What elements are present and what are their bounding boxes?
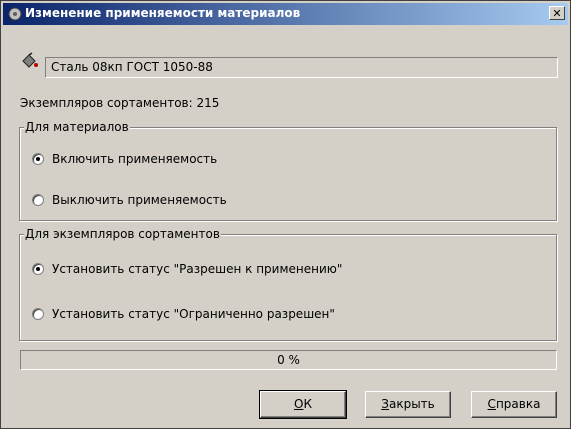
help-button-rest: правка xyxy=(495,397,541,411)
title-bar[interactable]: Изменение применяемости материалов ✕ xyxy=(3,3,568,25)
radio-button[interactable] xyxy=(32,263,44,275)
instance-count-label: Экземпляров сортаментов: 215 xyxy=(20,96,220,110)
instances-group-label: Для экземпляров сортаментов xyxy=(24,227,221,241)
ok-button-rest: К xyxy=(303,397,312,411)
materials-group-label: Для материалов xyxy=(24,120,130,134)
materials-group: Для материалов Включить применяемость Вы… xyxy=(19,120,557,221)
radio-button[interactable] xyxy=(32,308,44,320)
window-title: Изменение применяемости материалов xyxy=(25,6,301,20)
radio-status-allowed[interactable]: Установить статус "Разрешен к применению… xyxy=(32,262,342,276)
close-button-mnemonic: З xyxy=(381,397,389,411)
radio-label: Включить применяемость xyxy=(52,152,218,166)
dialog-window: Изменение применяемости материалов ✕ Ста… xyxy=(0,0,571,429)
radio-label: Установить статус "Разрешен к применению… xyxy=(52,262,343,276)
close-button[interactable]: Закрыть xyxy=(365,391,451,418)
instances-group: Для экземпляров сортаментов Установить с… xyxy=(19,227,557,341)
radio-status-limited[interactable]: Установить статус "Ограниченно разрешен" xyxy=(32,307,335,321)
progress-bar: 0 % xyxy=(20,350,557,370)
material-bucket-icon xyxy=(22,52,38,68)
radio-button[interactable] xyxy=(32,194,44,206)
help-button[interactable]: Справка xyxy=(471,391,557,418)
radio-button[interactable] xyxy=(32,153,44,165)
ok-button[interactable]: ОК xyxy=(259,390,347,419)
radio-disable-applicability[interactable]: Выключить применяемость xyxy=(32,193,227,207)
radio-selected-dot xyxy=(36,157,40,161)
app-icon xyxy=(8,7,22,21)
radio-selected-dot xyxy=(36,267,40,271)
close-icon[interactable]: ✕ xyxy=(549,6,565,20)
radio-label: Выключить применяемость xyxy=(52,193,227,207)
help-button-mnemonic: С xyxy=(487,397,496,411)
material-name-field: Сталь 08кп ГОСТ 1050-88 xyxy=(45,57,558,78)
radio-enable-applicability[interactable]: Включить применяемость xyxy=(32,152,217,166)
radio-label: Установить статус "Ограниченно разрешен" xyxy=(52,307,335,321)
progress-text: 0 % xyxy=(277,353,300,367)
close-button-rest: акрыть xyxy=(388,397,435,411)
